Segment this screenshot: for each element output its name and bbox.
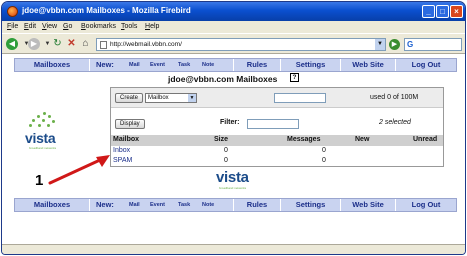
chevron-down-icon[interactable]: ▼	[188, 94, 196, 102]
search-box[interactable]: G	[404, 38, 462, 51]
nav-new-mail[interactable]: Mail	[129, 59, 140, 71]
google-search-icon: G	[407, 40, 414, 49]
quota-usage: used 0 of 100M	[370, 94, 419, 101]
nav-logout[interactable]: Log Out	[396, 199, 456, 211]
nav-website[interactable]: Web Site	[341, 199, 396, 211]
menu-bar: File Edit View Go Bookmarks Tools Help	[2, 21, 465, 33]
nav-logout[interactable]: Log Out	[396, 59, 456, 71]
row-size: 0	[224, 147, 228, 154]
firebird-app-icon	[7, 6, 18, 17]
help-icon[interactable]: ?	[290, 73, 299, 82]
browser-window: jdoe@vbbn.com Mailboxes - Mozilla Firebi…	[1, 1, 466, 255]
status-bar	[2, 244, 465, 254]
nav-rules[interactable]: Rules	[234, 59, 281, 71]
menu-bookmarks[interactable]: Bookmarks	[81, 23, 116, 30]
filter-row: Display Filter: 2 selected	[111, 116, 443, 134]
row-messages: 0	[322, 147, 326, 154]
close-button[interactable]: ×	[450, 5, 463, 18]
nav-new-label: New:	[96, 60, 114, 69]
nav-rules[interactable]: Rules	[234, 199, 281, 211]
title-bar: jdoe@vbbn.com Mailboxes - Mozilla Firebi…	[2, 2, 465, 21]
nav-new-mail[interactable]: Mail	[129, 199, 140, 211]
address-url[interactable]: http://webmail.vbbn.com/	[110, 41, 182, 48]
nav-new-event[interactable]: Event	[150, 199, 165, 211]
go-icon[interactable]: ▶	[389, 39, 400, 50]
page-icon	[100, 41, 107, 49]
row-messages: 0	[322, 157, 326, 164]
row-size: 0	[224, 157, 228, 164]
mailbox-link-inbox[interactable]: Inbox	[113, 147, 130, 154]
logo-tagline: broadband networks	[219, 186, 247, 190]
menu-go[interactable]: Go	[63, 23, 72, 30]
col-unread[interactable]: Unread	[413, 136, 437, 143]
table-row: SPAM 0 0	[111, 156, 443, 166]
type-select[interactable]: Mailbox ▼	[145, 93, 197, 103]
nav-new-label: New:	[96, 200, 114, 209]
nav-settings[interactable]: Settings	[281, 59, 341, 71]
nav-new-note[interactable]: Note	[202, 59, 214, 71]
logo-dots	[29, 112, 59, 132]
address-bar[interactable]: http://webmail.vbbn.com/ ▼	[96, 38, 386, 51]
annotation-arrow	[48, 155, 110, 185]
maximize-button[interactable]: □	[436, 5, 449, 18]
col-size[interactable]: Size	[214, 136, 228, 143]
col-new[interactable]: New	[355, 136, 369, 143]
col-mailbox[interactable]: Mailbox	[113, 136, 139, 143]
menu-tools[interactable]: Tools	[121, 23, 137, 30]
vista-logo-left: vista broadband networks	[17, 112, 67, 152]
window-title: jdoe@vbbn.com Mailboxes - Mozilla Firebi…	[22, 6, 191, 15]
selected-count: 2 selected	[379, 119, 411, 126]
filter-label: Filter:	[220, 119, 240, 126]
menu-help[interactable]: Help	[145, 23, 159, 30]
minimize-button[interactable]: _	[422, 5, 435, 18]
reload-icon[interactable]: ↻	[50, 37, 65, 51]
nav-settings[interactable]: Settings	[281, 199, 341, 211]
forward-icon[interactable]: ▶	[28, 38, 40, 50]
type-select-value: Mailbox	[148, 95, 169, 101]
logo-word: vista	[25, 130, 56, 146]
vista-logo-center: vista broadband networks	[216, 169, 266, 193]
nav-new-event[interactable]: Event	[150, 59, 165, 71]
table-row: Inbox 0 0	[111, 146, 443, 156]
new-mailbox-name-input[interactable]	[274, 93, 326, 103]
display-button[interactable]: Display	[115, 119, 145, 129]
nav-new-note[interactable]: Note	[202, 199, 214, 211]
navigation-toolbar: ◀ ▼ ▶ ▼ ↻ ✕ ⌂ http://webmail.vbbn.com/ ▼…	[2, 33, 465, 54]
create-row: Create Mailbox ▼ used 0 of 100M	[111, 88, 443, 108]
nav-mailboxes[interactable]: Mailboxes	[15, 199, 90, 211]
mailbox-panel: Create Mailbox ▼ used 0 of 100M Display …	[110, 87, 444, 167]
menu-edit[interactable]: Edit	[24, 23, 36, 30]
filter-input[interactable]	[247, 119, 299, 129]
back-icon[interactable]: ◀	[6, 38, 18, 50]
nav-website[interactable]: Web Site	[341, 59, 396, 71]
create-button[interactable]: Create	[115, 93, 144, 103]
nav-mailboxes[interactable]: Mailboxes	[15, 59, 90, 71]
mailbox-link-spam[interactable]: SPAM	[113, 157, 132, 164]
bottom-webmail-nav: Mailboxes New: Mail Event Task Note Rule…	[14, 198, 457, 212]
menu-view[interactable]: View	[42, 23, 57, 30]
table-header: Mailbox Size Messages New Unread	[111, 135, 443, 146]
nav-new-task[interactable]: Task	[178, 59, 190, 71]
home-icon[interactable]: ⌂	[78, 37, 93, 51]
menu-file[interactable]: File	[7, 23, 18, 30]
logo-word: vista	[216, 169, 249, 186]
top-webmail-nav: Mailboxes New: Mail Event Task Note Rule…	[14, 58, 457, 72]
address-dropdown-icon[interactable]: ▼	[375, 39, 385, 50]
col-messages[interactable]: Messages	[287, 136, 320, 143]
nav-new-task[interactable]: Task	[178, 199, 190, 211]
annotation-number: 1	[35, 172, 44, 189]
page-title: jdoe@vbbn.com Mailboxes	[168, 74, 278, 84]
stop-icon[interactable]: ✕	[64, 37, 79, 51]
